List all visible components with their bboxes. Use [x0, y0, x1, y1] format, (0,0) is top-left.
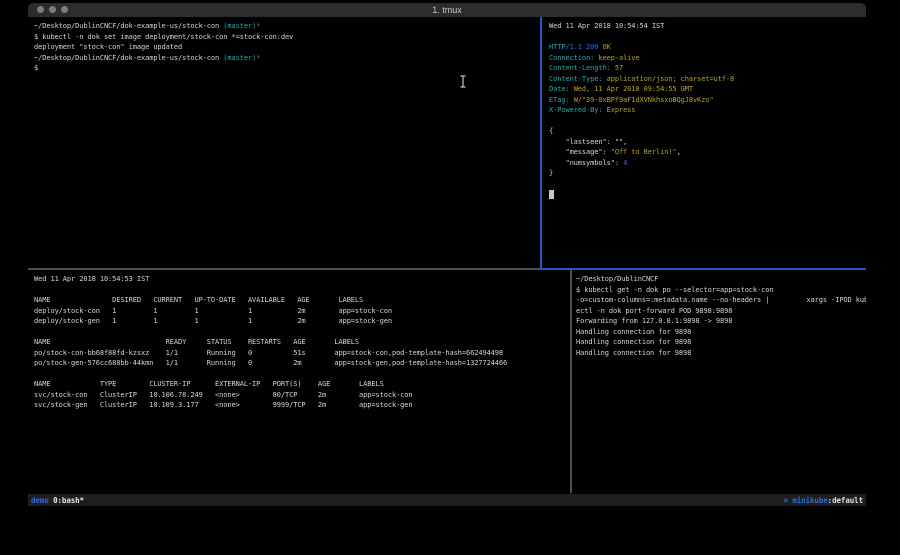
window-titlebar: 1. tmux — [28, 3, 866, 17]
terminal-line: svc/stock-con ClusterIP 10.106.78.249 <n… — [34, 390, 570, 401]
terminal-line: "lastseen": "", — [549, 137, 866, 148]
terminal-window: 1. tmux ~/Desktop/DublinCNCF/dok-example… — [28, 3, 866, 510]
terminal-line: -o=custom-columns=:metadata.name --no-he… — [576, 295, 866, 306]
kube-context: minikube — [792, 496, 827, 505]
terminal-line: Wed 11 Apr 2018 10:54:53 IST — [34, 274, 570, 285]
terminal-line: NAME TYPE CLUSTER-IP EXTERNAL-IP PORT(S)… — [34, 379, 570, 390]
terminal-line: Handling connection for 9898 — [576, 337, 866, 348]
terminal-line: HTTP/1.1 200 OK — [549, 42, 866, 53]
terminal-line: ~/Desktop/DublinCNCF — [576, 274, 866, 285]
terminal-line: "message": "Off to Berlin!", — [549, 147, 866, 158]
terminal-line: X-Powered-By: Express — [549, 105, 866, 116]
terminal-pane-top-left[interactable]: ~/Desktop/DublinCNCF/dok-example-us/stoc… — [28, 17, 540, 269]
minimize-button[interactable] — [49, 6, 56, 13]
terminal-line: svc/stock-gen ClusterIP 10.109.3.177 <no… — [34, 400, 570, 411]
terminal-line — [34, 327, 570, 338]
zoom-button[interactable] — [61, 6, 68, 13]
session-name: demo — [31, 496, 49, 505]
terminal-line: Content-Type: application/json; charset=… — [549, 74, 866, 85]
tmux-status-bar: demo 0:bash* ☸ minikube :default — [28, 494, 866, 506]
terminal-line: Handling connection for 9898 — [576, 327, 866, 338]
status-bar-right: ☸ minikube :default — [784, 496, 864, 505]
terminal-line: ETag: W/"39-0xBPf9aF1dXVNkhsxoBQgJ8vKzo" — [549, 95, 866, 106]
terminal-line — [549, 189, 866, 200]
terminal-line: $ kubectl -n dok set image deployment/st… — [34, 32, 540, 43]
terminal-line: deploy/stock-gen 1 1 1 1 2m app=stock-ge… — [34, 316, 570, 327]
terminal-pane-bottom-left[interactable]: Wed 11 Apr 2018 10:54:53 IST NAME DESIRE… — [28, 270, 570, 494]
terminal-line: po/stock-con-bb68f88fd-kzsxz 1/1 Running… — [34, 348, 570, 359]
terminal-line — [549, 32, 866, 43]
kube-namespace: :default — [828, 496, 863, 505]
terminal-line: deployment "stock-con" image updated — [34, 42, 540, 53]
terminal-line: { — [549, 126, 866, 137]
terminal-line: po/stock-gen-576cc688bb-44kmn 1/1 Runnin… — [34, 358, 570, 369]
terminal-line: "numsymbols": 4 — [549, 158, 866, 169]
terminal-pane-top-right-active[interactable]: Wed 11 Apr 2018 10:54:54 IST HTTP/1.1 20… — [544, 17, 866, 269]
terminal-line: ~/Desktop/DublinCNCF/dok-example-us/stoc… — [34, 21, 540, 32]
status-bar-left: demo 0:bash* — [31, 496, 84, 505]
mouse-ibeam-cursor — [459, 75, 467, 88]
close-button[interactable] — [37, 6, 44, 13]
terminal-line: Wed 11 Apr 2018 10:54:54 IST — [549, 21, 866, 32]
terminal-line: ectl -n dok port-forward POD 9898:9898 — [576, 306, 866, 317]
terminal-line — [549, 116, 866, 127]
terminal-line: $ kubectl get -n dok po --selector=app=s… — [576, 285, 866, 296]
terminal-line — [34, 369, 570, 380]
terminal-line: $ — [34, 63, 540, 74]
terminal-line: ~/Desktop/DublinCNCF/dok-example-us/stoc… — [34, 53, 540, 64]
terminal-line: Date: Wed, 11 Apr 2018 09:54:55 GMT — [549, 84, 866, 95]
window-tab-bash[interactable]: 0:bash* — [49, 496, 84, 505]
terminal-line: Content-Length: 57 — [549, 63, 866, 74]
terminal-line: Connection: keep-alive — [549, 53, 866, 64]
traffic-light-buttons — [37, 6, 68, 13]
terminal-pane-bottom-right[interactable]: ~/Desktop/DublinCNCF$ kubectl get -n dok… — [572, 270, 866, 494]
terminal-line — [549, 179, 866, 190]
terminal-line: deploy/stock-con 1 1 1 1 2m app=stock-co… — [34, 306, 570, 317]
window-title: 1. tmux — [432, 5, 462, 15]
kubernetes-helm-icon: ☸ — [784, 496, 793, 505]
terminal-line: NAME READY STATUS RESTARTS AGE LABELS — [34, 337, 570, 348]
terminal-line: } — [549, 168, 866, 179]
terminal-line: NAME DESIRED CURRENT UP-TO-DATE AVAILABL… — [34, 295, 570, 306]
terminal-line — [34, 285, 570, 296]
terminal-line: Forwarding from 127.0.0.1:9898 -> 9898 — [576, 316, 866, 327]
active-pane-border-vertical[interactable] — [540, 17, 542, 268]
terminal-line: Handling connection for 9898 — [576, 348, 866, 359]
